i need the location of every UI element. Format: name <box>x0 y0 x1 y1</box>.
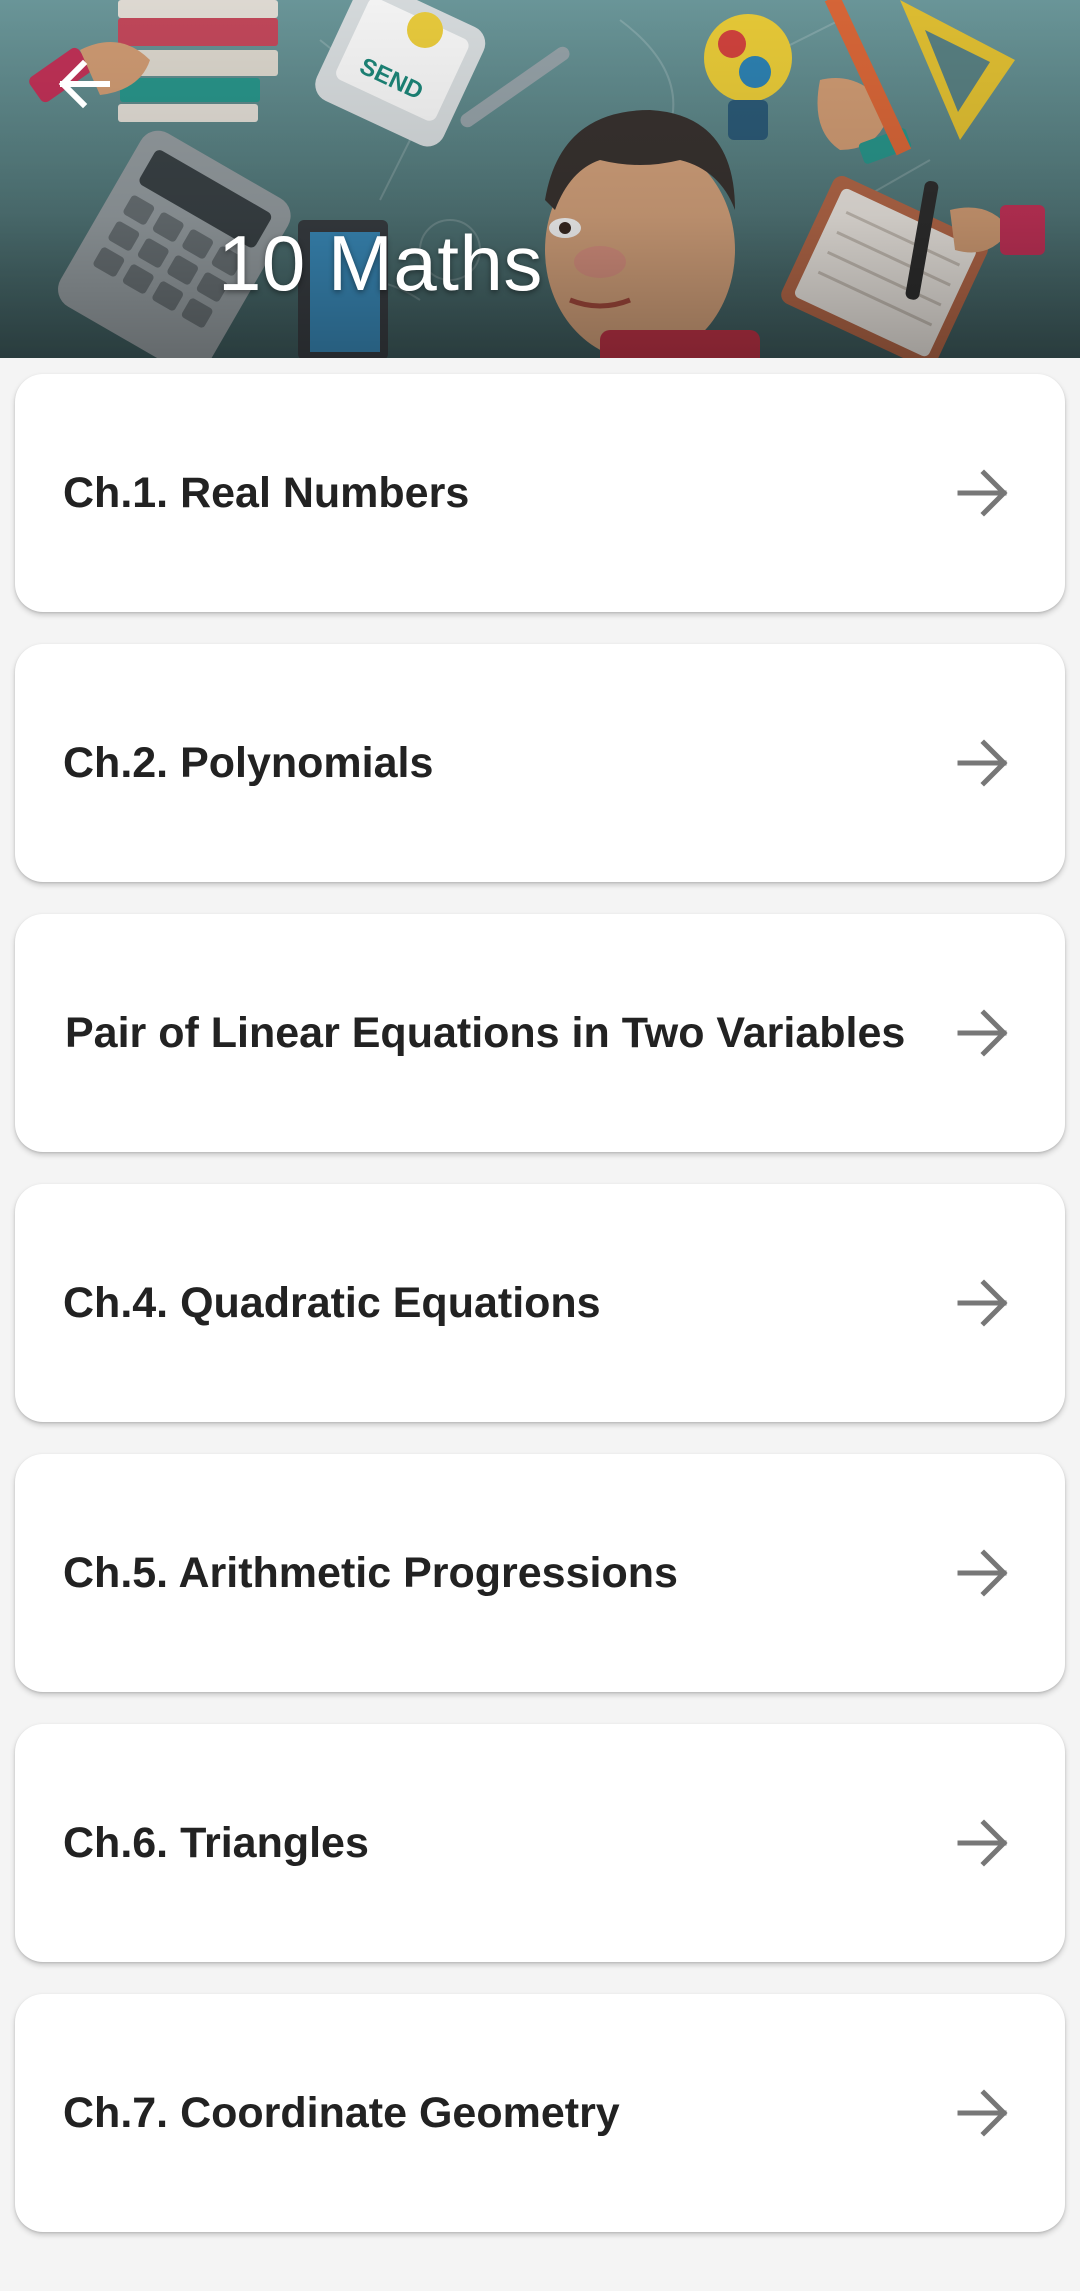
header-banner: SEND <box>0 0 1080 358</box>
chapter-label: Ch.5. Arithmetic Progressions <box>63 1549 678 1597</box>
arrow-right-icon <box>957 1279 1008 1327</box>
chapter-label: Ch.6. Triangles <box>63 1819 369 1867</box>
chapter-card-6[interactable]: Ch.6. Triangles <box>15 1724 1065 1962</box>
chapter-label: Ch.7. Coordinate Geometry <box>63 2089 620 2137</box>
chapter-label: Pair of Linear Equations in Two Variable… <box>65 1009 906 1057</box>
chapter-card-3[interactable]: Pair of Linear Equations in Two Variable… <box>15 914 1065 1152</box>
chapter-label: Ch.2. Polynomials <box>63 739 434 787</box>
arrow-right-icon <box>957 1009 1008 1057</box>
chapter-label: Ch.1. Real Numbers <box>63 469 470 517</box>
arrow-right-icon <box>957 469 1008 517</box>
back-button[interactable] <box>34 44 134 124</box>
arrow-right-icon <box>957 1549 1008 1597</box>
arrow-right-icon <box>957 1819 1008 1867</box>
chapter-label: Ch.4. Quadratic Equations <box>63 1279 601 1327</box>
arrow-right-icon <box>957 2089 1008 2137</box>
chapter-card-1[interactable]: Ch.1. Real Numbers <box>15 374 1065 612</box>
chapter-card-2[interactable]: Ch.2. Polynomials <box>15 644 1065 882</box>
chapter-card-5[interactable]: Ch.5. Arithmetic Progressions <box>15 1454 1065 1692</box>
arrow-right-icon <box>957 739 1008 787</box>
arrow-left-icon <box>58 59 110 109</box>
page-title: 10 Maths <box>218 219 543 307</box>
chapter-card-4[interactable]: Ch.4. Quadratic Equations <box>15 1184 1065 1422</box>
chapter-card-7[interactable]: Ch.7. Coordinate Geometry <box>15 1994 1065 2232</box>
